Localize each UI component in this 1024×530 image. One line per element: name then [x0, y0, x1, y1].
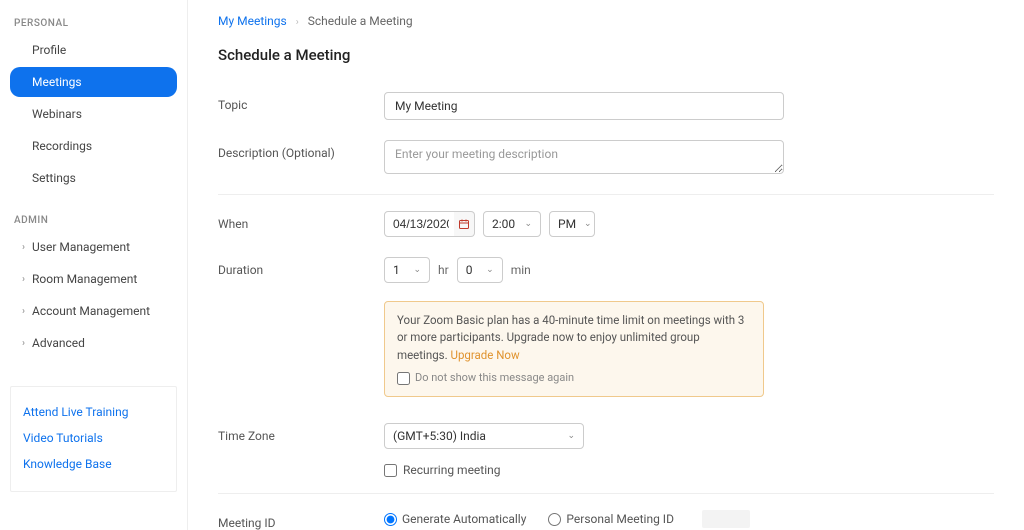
help-link-knowledge-base[interactable]: Knowledge Base [23, 451, 164, 477]
sidebar-section-personal: PERSONAL [14, 18, 177, 29]
sidebar-item-room-management[interactable]: › Room Management [10, 264, 177, 294]
duration-hour-select[interactable]: 1 ⌄ [384, 257, 430, 283]
dont-show-label: Do not show this message again [415, 370, 574, 387]
personal-meeting-id-value [702, 510, 750, 528]
recurring-checkbox[interactable] [384, 464, 397, 477]
label-duration: Duration [218, 257, 384, 397]
sidebar-item-settings[interactable]: Settings [10, 163, 177, 193]
sidebar-section-admin: ADMIN [14, 215, 177, 226]
main-content: My Meetings › Schedule a Meeting Schedul… [188, 0, 1024, 530]
chevron-down-icon: ⌄ [413, 265, 421, 275]
chevron-right-icon: › [22, 242, 32, 253]
sidebar-item-user-management[interactable]: › User Management [10, 232, 177, 262]
label-description: Description (Optional) [218, 140, 384, 178]
sidebar-item-account-management[interactable]: › Account Management [10, 296, 177, 326]
duration-minute-select[interactable]: 0 ⌄ [457, 257, 503, 283]
sidebar-item-meetings[interactable]: Meetings [10, 67, 177, 97]
duration-hour-unit: hr [438, 263, 449, 277]
help-links-box: Attend Live Training Video Tutorials Kno… [10, 386, 177, 492]
breadcrumb-separator-icon: › [296, 17, 299, 28]
breadcrumb-current: Schedule a Meeting [308, 14, 413, 28]
meeting-id-auto-radio[interactable]: Generate Automatically [384, 512, 526, 526]
chevron-down-icon: ⌄ [486, 265, 494, 275]
divider [218, 493, 994, 494]
meeting-id-personal-radio[interactable]: Personal Meeting ID [548, 512, 674, 526]
duration-minute-unit: min [511, 263, 531, 277]
chevron-down-icon: ⌄ [584, 219, 592, 229]
chevron-right-icon: › [22, 338, 32, 349]
label-when: When [218, 211, 384, 237]
calendar-icon[interactable] [454, 211, 475, 237]
sidebar-item-profile[interactable]: Profile [10, 35, 177, 65]
divider [218, 194, 994, 195]
timezone-select[interactable]: (GMT+5:30) India ⌄ [384, 423, 584, 449]
chevron-down-icon: ⌄ [524, 219, 532, 229]
sidebar-item-advanced[interactable]: › Advanced [10, 328, 177, 358]
help-link-video-tutorials[interactable]: Video Tutorials [23, 425, 164, 451]
sidebar-item-webinars[interactable]: Webinars [10, 99, 177, 129]
label-topic: Topic [218, 92, 384, 120]
breadcrumb: My Meetings › Schedule a Meeting [218, 14, 994, 28]
sidebar-item-recordings[interactable]: Recordings [10, 131, 177, 161]
description-input[interactable] [384, 140, 784, 174]
breadcrumb-root[interactable]: My Meetings [218, 14, 287, 28]
upgrade-now-link[interactable]: Upgrade Now [450, 348, 519, 362]
help-link-live-training[interactable]: Attend Live Training [23, 399, 164, 425]
sidebar: PERSONAL Profile Meetings Webinars Recor… [0, 0, 188, 530]
when-time-select[interactable]: 2:00 ⌄ [483, 211, 541, 237]
chevron-right-icon: › [22, 274, 32, 285]
chevron-right-icon: › [22, 306, 32, 317]
chevron-down-icon: ⌄ [567, 431, 575, 441]
recurring-label: Recurring meeting [403, 463, 501, 477]
when-ampm-select[interactable]: PM ⌄ [549, 211, 595, 237]
when-date-input[interactable] [384, 211, 458, 237]
label-meeting-id: Meeting ID [218, 510, 384, 530]
dont-show-checkbox[interactable] [397, 372, 410, 385]
label-timezone: Time Zone [218, 423, 384, 477]
page-title: Schedule a Meeting [218, 46, 994, 64]
topic-input[interactable] [384, 92, 784, 120]
plan-limit-info: Your Zoom Basic plan has a 40-minute tim… [384, 301, 764, 397]
